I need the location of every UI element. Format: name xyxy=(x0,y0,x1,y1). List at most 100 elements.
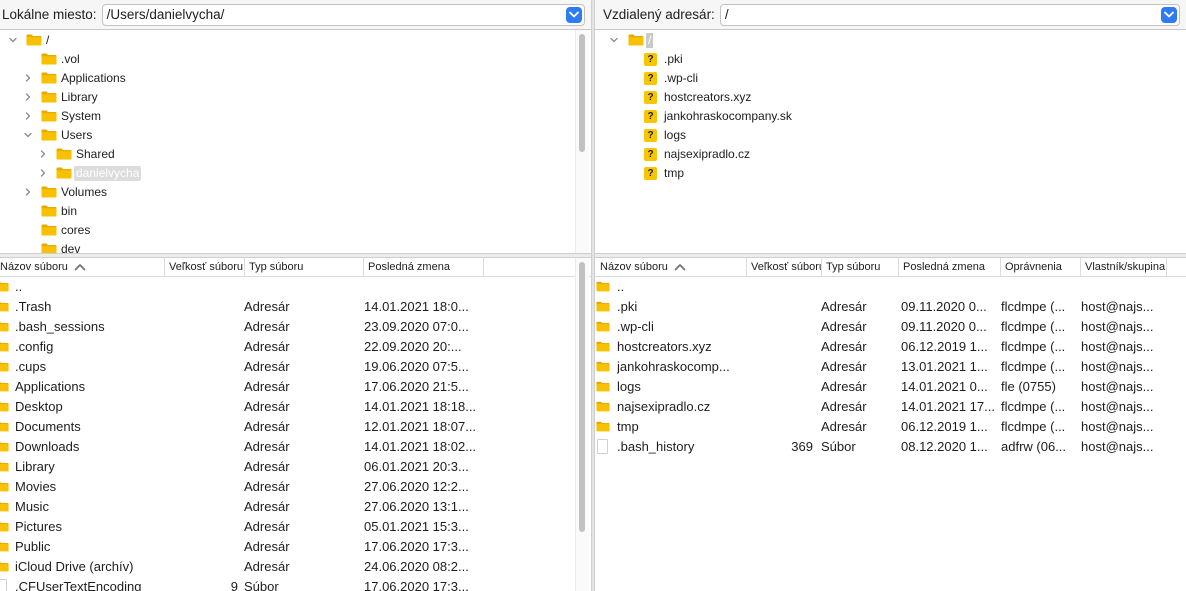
cell-size xyxy=(165,297,238,317)
tree-item-applications[interactable]: Applications xyxy=(0,69,570,88)
local-path-input[interactable]: /Users/danielvycha/ xyxy=(101,3,585,26)
tree-item-library[interactable]: Library xyxy=(0,88,570,107)
cell-modified: 22.09.2020 20:... xyxy=(364,339,462,354)
list-item[interactable]: .Trash Adresár 14.01.2021 18:0... xyxy=(0,297,591,317)
column-header-permissions[interactable]: Oprávnenia xyxy=(1001,258,1081,277)
tree-item-danielvycha[interactable]: danielvycha xyxy=(0,164,570,183)
cell-name: iCloud Drive (archív) xyxy=(15,559,134,574)
tree-item-system[interactable]: System xyxy=(0,107,570,126)
list-item[interactable]: Movies Adresár 27.06.2020 12:2... xyxy=(0,477,591,497)
chevron-right-icon[interactable] xyxy=(23,187,33,197)
column-header-type[interactable]: Typ súboru xyxy=(245,258,364,277)
local-file-list: Názov súboru Veľkosť súboru Typ súboru Posl… xyxy=(0,258,591,591)
list-item[interactable]: najsexipradlo.cz Adresár 14.01.2021 17... f… xyxy=(595,397,1186,417)
cell-modified: 19.06.2020 07:5... xyxy=(364,359,469,374)
list-item[interactable]: Downloads Adresár 14.01.2021 18:02... xyxy=(0,437,591,457)
list-item[interactable]: .. xyxy=(0,277,591,297)
chevron-right-icon[interactable] xyxy=(23,73,33,83)
tree-item-hostcreatorsxyz[interactable]: ? hostcreators.xyz xyxy=(595,88,1180,107)
list-item[interactable]: hostcreators.xyz Adresár 06.12.2019 1... fl… xyxy=(595,337,1186,357)
chevron-down-icon[interactable] xyxy=(8,35,18,45)
local-pane: Lokálne miesto: /Users/danielvycha/ / .vo… xyxy=(0,0,591,591)
tree-item-tmp[interactable]: ? tmp xyxy=(595,164,1180,183)
cell-name: .bash_history xyxy=(617,439,695,454)
local-tree-scrollbar[interactable] xyxy=(579,34,585,152)
tree-item-dev[interactable]: dev xyxy=(0,240,570,253)
local-path-dropdown-button[interactable] xyxy=(566,6,582,23)
cell-modified: 17.06.2020 17:3... xyxy=(364,539,469,554)
cell-type: Adresár xyxy=(244,539,290,554)
tree-item-vol[interactable]: .vol xyxy=(0,50,570,69)
remote-directory-tree: /? .pki? .wp-cli? hostcreators.xyz? jankohra… xyxy=(595,30,1186,253)
chevron-right-icon[interactable] xyxy=(38,168,48,178)
cell-modified: 13.01.2021 1... xyxy=(901,359,988,374)
chevron-down-icon xyxy=(569,11,579,18)
tree-item-cores[interactable]: cores xyxy=(0,221,570,240)
list-item[interactable]: .config Adresár 22.09.2020 20:... xyxy=(0,337,591,357)
remote-path-dropdown-button[interactable] xyxy=(1161,6,1177,23)
column-header-type[interactable]: Typ súboru xyxy=(822,258,899,277)
tree-item-shared[interactable]: Shared xyxy=(0,145,570,164)
cell-type: Adresár xyxy=(244,499,290,514)
list-item[interactable]: Pictures Adresár 05.01.2021 15:3... xyxy=(0,517,591,537)
list-item[interactable]: .wp-cli Adresár 09.11.2020 0... flcdmpe (..… xyxy=(595,317,1186,337)
column-header-size[interactable]: Veľkosť súboru xyxy=(165,258,245,277)
tree-item-pki[interactable]: ? .pki xyxy=(595,50,1180,69)
cell-name: hostcreators.xyz xyxy=(617,339,712,354)
cell-type: Adresár xyxy=(244,359,290,374)
cell-type: Súbor xyxy=(821,439,856,454)
tree-item-volumes[interactable]: Volumes xyxy=(0,183,570,202)
list-item[interactable]: Public Adresár 17.06.2020 17:3... xyxy=(0,537,591,557)
cell-size xyxy=(165,557,238,577)
chevron-down-icon[interactable] xyxy=(23,130,33,140)
column-header-name[interactable]: Názov súboru xyxy=(0,258,165,277)
list-item[interactable]: .bash_sessions Adresár 23.09.2020 07:0... xyxy=(0,317,591,337)
remote-path-input[interactable]: / xyxy=(719,3,1180,26)
list-item[interactable]: tmp Adresár 06.12.2019 1... flcdmpe (... hos… xyxy=(595,417,1186,437)
chevron-right-icon[interactable] xyxy=(38,149,48,159)
list-item[interactable]: .cups Adresár 19.06.2020 07:5... xyxy=(0,357,591,377)
list-item[interactable]: .CFUserTextEncoding 9 Súbor 17.06.2020 17:3… xyxy=(0,577,591,591)
cell-owner: host@najs... xyxy=(1081,319,1154,334)
column-header-modified[interactable]: Posledná zmena xyxy=(364,258,484,277)
list-item[interactable]: Desktop Adresár 14.01.2021 18:18... xyxy=(0,397,591,417)
tree-item-wpcli[interactable]: ? .wp-cli xyxy=(595,69,1180,88)
list-item[interactable]: Music Adresár 27.06.2020 13:1... xyxy=(0,497,591,517)
list-item[interactable]: logs Adresár 14.01.2021 0... fle (0755) host… xyxy=(595,377,1186,397)
chevron-down-icon[interactable] xyxy=(609,35,619,45)
remote-path-value: / xyxy=(724,7,729,22)
list-item[interactable]: jankohraskocomp... Adresár 13.01.2021 1...… xyxy=(595,357,1186,377)
chevron-right-icon[interactable] xyxy=(23,111,33,121)
list-item[interactable]: Applications Adresár 17.06.2020 21:5... xyxy=(0,377,591,397)
tree-item-label: bin xyxy=(61,204,78,218)
tree-item-najsexipradlocz[interactable]: ? najsexipradlo.cz xyxy=(595,145,1180,164)
tree-item-users[interactable]: Users xyxy=(0,126,570,145)
local-directory-tree: / .vol Applications Library System Users Share… xyxy=(0,30,591,253)
tree-item-jankohraskocompanysk[interactable]: ? jankohraskocompany.sk xyxy=(595,107,1180,126)
list-item[interactable]: Documents Adresár 12.01.2021 18:07... xyxy=(0,417,591,437)
tree-item-[interactable]: / xyxy=(0,31,570,50)
chevron-right-icon[interactable] xyxy=(23,92,33,102)
list-item[interactable]: .pki Adresár 09.11.2020 0... flcdmpe (... ho… xyxy=(595,297,1186,317)
unknown-icon: ? xyxy=(644,72,657,85)
local-list-header: Názov súboru Veľkosť súboru Typ súboru Posl… xyxy=(0,258,591,277)
unknown-icon: ? xyxy=(644,148,657,161)
list-item[interactable]: Library Adresár 06.01.2021 20:3... xyxy=(0,457,591,477)
column-header-name[interactable]: Názov súboru xyxy=(596,258,747,277)
cell-name: .Trash xyxy=(15,299,52,314)
list-item[interactable]: .bash_history 369 Súbor 08.12.2020 1... adfr… xyxy=(595,437,1186,457)
column-header-size[interactable]: Veľkosť súboru xyxy=(747,258,822,277)
cell-modified xyxy=(364,277,484,297)
tree-item-logs[interactable]: ? logs xyxy=(595,126,1180,145)
column-header-owner[interactable]: Vlastník/skupina xyxy=(1081,258,1167,277)
list-item[interactable]: .. xyxy=(595,277,1186,297)
column-header-modified[interactable]: Posledná zmena xyxy=(899,258,1001,277)
cell-size xyxy=(165,537,238,557)
list-item[interactable]: iCloud Drive (archív) Adresár 24.06.2020 0… xyxy=(0,557,591,577)
tree-item-[interactable]: / xyxy=(595,31,1180,50)
folder-icon xyxy=(41,224,57,236)
tree-item-bin[interactable]: bin xyxy=(0,202,570,221)
cell-type xyxy=(821,277,899,297)
column-header-label: Vlastník/skupina xyxy=(1085,261,1166,273)
folder-icon xyxy=(628,34,644,46)
